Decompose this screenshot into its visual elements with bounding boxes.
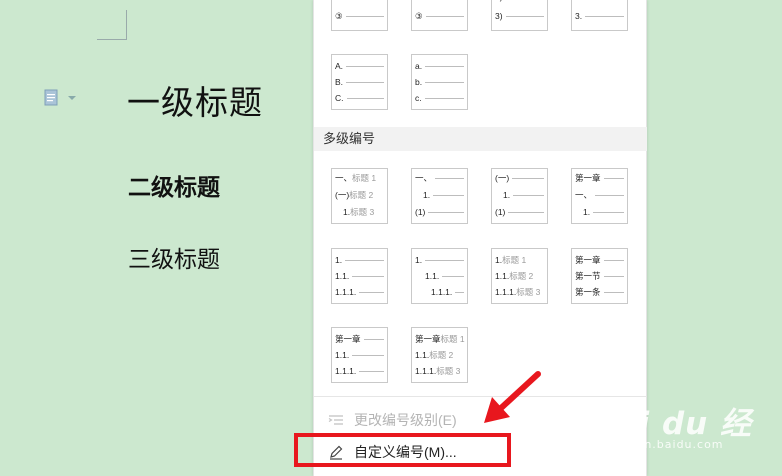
heading-1: 一级标题 [127,83,263,122]
multilevel-option-5[interactable]: 1. 1.1. 1.1.1. [331,248,388,304]
numbering-option-circled[interactable]: ② ③ [331,0,388,31]
multilevel-option-3[interactable]: (一) 1. (1) [491,168,548,224]
page-corner-mark [97,10,127,40]
paste-options-icon[interactable] [44,89,58,106]
numbering-option-circled-bold[interactable]: ② ③ [411,0,468,31]
multilevel-option-10[interactable]: 第一章 标题 1 1.1. 标题 2 1.1.1. 标题 3 [411,327,468,383]
watermark-sub-text: jingyan.baidu.com [605,438,724,451]
numbering-option-dot[interactable]: 2. 3. [571,0,628,31]
multilevel-option-6[interactable]: 1. 1.1. 1.1.1. [411,248,468,304]
highlight-box [294,433,511,467]
numbering-option-paren[interactable]: 2) 3) [491,0,548,31]
multilevel-option-4[interactable]: 第一章 一、 1. [571,168,628,224]
red-arrow-icon [484,371,541,423]
numbering-option-lower-letter[interactable]: a. b. c. [411,54,468,110]
heading-3: 三级标题 [128,247,220,273]
watermark-main-text: Bai du 经验 [592,406,753,476]
multilevel-option-8[interactable]: 第一章 第一节 第一条 [571,248,628,304]
heading-2: 二级标题 [128,175,220,201]
change-numbering-level-label: 更改编号级别(E) [354,412,457,428]
paste-options-chevron-down-icon[interactable] [68,96,76,100]
section-header-multilevel: 多级编号 [314,127,647,151]
multilevel-option-9[interactable]: 第一章 1.1. 1.1.1. [331,327,388,383]
multilevel-option-7[interactable]: 1. 标题 1 1.1. 标题 2 1.1.1. 标题 3 [491,248,548,304]
multilevel-option-1[interactable]: 一、 标题 1 (一) 标题 2 1. 标题 3 [331,168,388,224]
numbering-option-upper-letter[interactable]: A. B. C. [331,54,388,110]
multilevel-option-2[interactable]: 一、 1. (1) [411,168,468,224]
baidu-jingyan-watermark: Bai du 经验 jingyan.baidu.com [592,398,782,476]
indent-level-icon [328,415,343,425]
document-area[interactable]: 一级标题 二级标题 三级标题 [0,0,313,476]
